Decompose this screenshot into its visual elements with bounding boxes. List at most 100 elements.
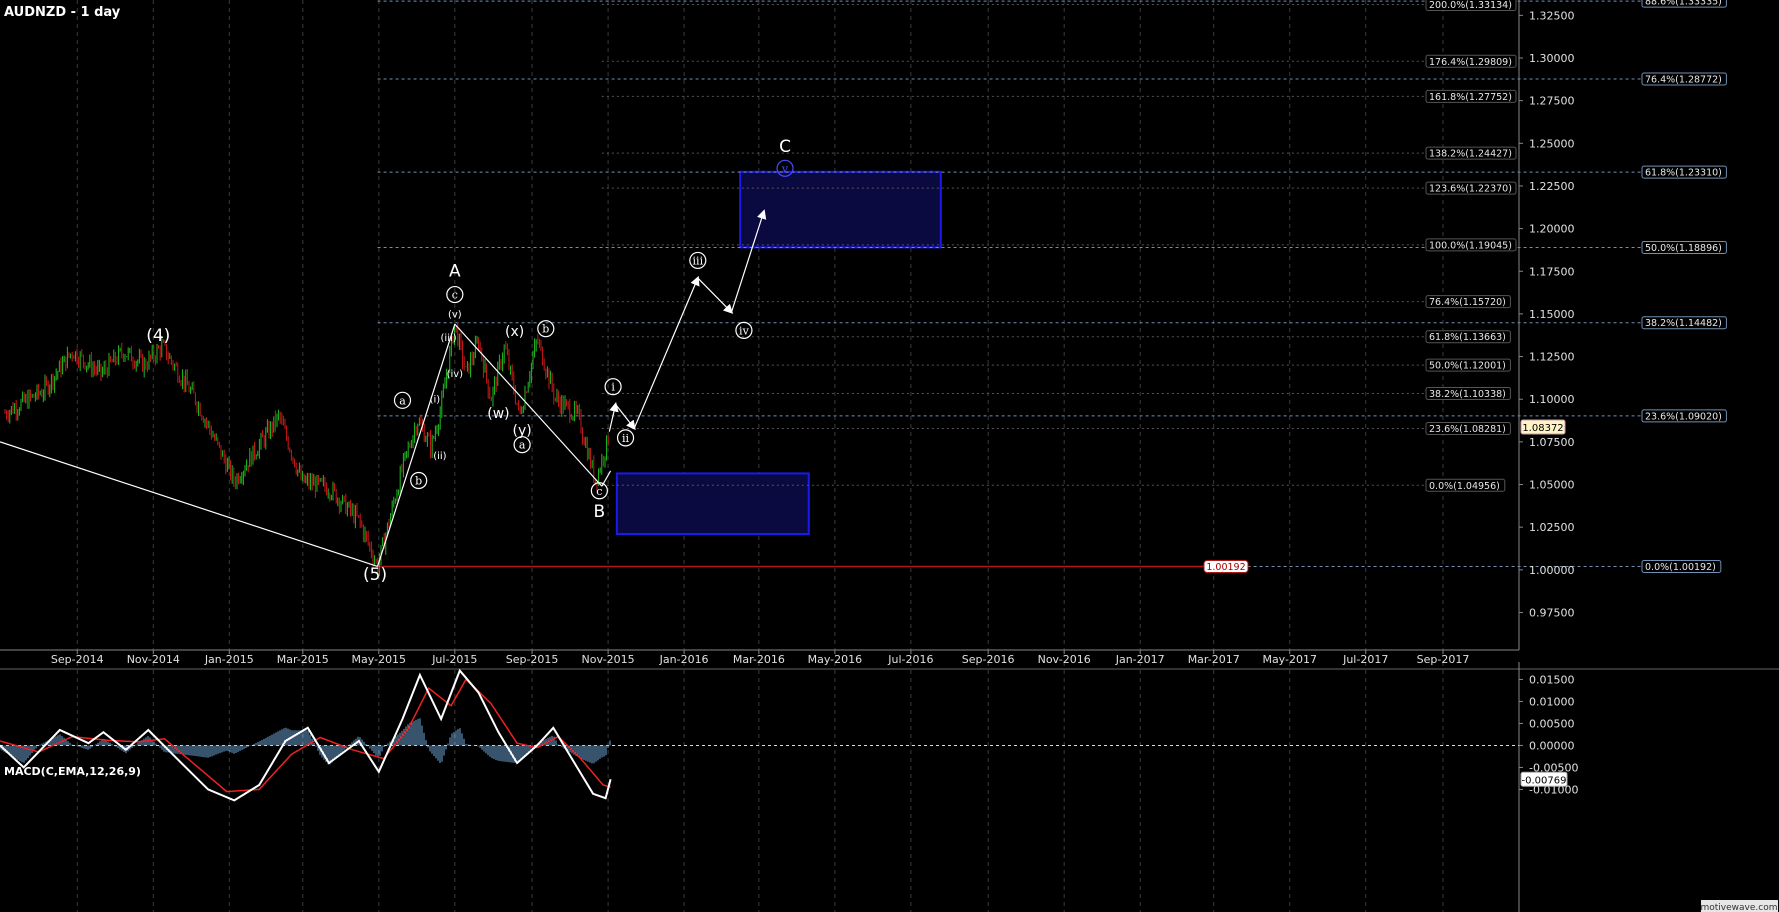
wave-label: (4) (146, 326, 170, 346)
fib-label: 88.6%(1.33335) (1645, 0, 1722, 8)
macd-panel: 0.015000.010000.005000.00000-0.00500-0.0… (0, 662, 1578, 912)
wave-label: (v) (448, 309, 462, 320)
x-tick-label: Nov-2014 (127, 653, 180, 666)
current-price-label: 1.08372 (1522, 423, 1563, 434)
x-tick-label: May-2016 (808, 653, 863, 666)
x-tick-label: Sep-2015 (506, 653, 559, 666)
wave-label: ii (622, 432, 630, 445)
fib-ext-label: 161.8%(1.27752) (1429, 92, 1512, 103)
wave-label: A (449, 261, 461, 281)
fib-ext-label: 100.0%(1.19045) (1429, 240, 1512, 251)
wave-label: C (779, 137, 791, 157)
chart-canvas: 88.6%(1.33335) 76.4%(1.28772) 61.8%(1.2331… (0, 0, 1779, 912)
fib-ext-label: 138.2%(1.24427) (1429, 149, 1512, 160)
wave-label: iii (693, 254, 704, 267)
wave-label: b (542, 323, 549, 336)
fib-label: 38.2%(1.14482) (1645, 318, 1722, 329)
chart-title: AUDNZD - 1 day (4, 5, 121, 20)
fib-label: 23.6%(1.09020) (1645, 411, 1722, 422)
wave-label: (iv) (447, 369, 464, 380)
wave-label: v (781, 162, 789, 175)
price-candles (4, 322, 609, 577)
x-tick-label: Sep-2017 (1417, 653, 1470, 666)
y-tick-label: 0.97500 (1529, 606, 1575, 619)
x-tick-label: May-2017 (1262, 653, 1317, 666)
wave-label: (ii) (433, 451, 446, 462)
watermark-text: motivewave.com (1701, 903, 1778, 912)
y-tick-label: 1.00000 (1529, 564, 1575, 577)
x-tick-label: Jul-2016 (887, 653, 933, 666)
y-tick-label: 1.15000 (1529, 308, 1575, 321)
fib-ext-label: 0.0%(1.04956) (1429, 481, 1500, 492)
fib-ext-label: 200.0%(1.33134) (1429, 0, 1512, 11)
wave-label: (i) (430, 395, 441, 406)
y-tick-label: 1.20000 (1529, 223, 1575, 236)
target-box (739, 170, 942, 249)
wave-label: (5) (363, 565, 387, 585)
wave-label: iv (739, 324, 750, 337)
macd-title: MACD(C,EMA,12,26,9) (4, 765, 141, 778)
wave-label: c (596, 485, 602, 498)
y-tick-label: 1.07500 (1529, 436, 1575, 449)
y-tick-label: 1.22500 (1529, 180, 1575, 193)
y-tick-label: 1.05000 (1529, 479, 1575, 492)
wave-label: a (519, 439, 526, 452)
wave-label: (x) (505, 324, 524, 340)
fib-ext-label: 61.8%(1.13663) (1429, 332, 1506, 343)
x-tick-label: Mar-2015 (277, 653, 329, 666)
projection-arrow (608, 401, 619, 432)
wave-label: (iii) (441, 333, 457, 344)
wave-label: b (415, 475, 422, 488)
y-tick-label: 1.30000 (1529, 52, 1575, 65)
x-tick-label: Jul-2015 (431, 653, 477, 666)
fib-ext-label: 123.6%(1.22370) (1429, 184, 1512, 195)
projection-arrow (633, 275, 700, 429)
x-tick-label: Sep-2014 (51, 653, 104, 666)
macd-line (0, 668, 612, 802)
macd-y-tick-label: 0.01000 (1529, 695, 1575, 708)
fib-label: 76.4%(1.28772) (1645, 74, 1722, 85)
y-tick-label: 1.10000 (1529, 393, 1575, 406)
target-box (615, 472, 810, 535)
wave-label: c (452, 289, 458, 302)
fib-ext-label: 76.4%(1.15720) (1429, 297, 1506, 308)
wave-label: a (399, 394, 406, 407)
projection-arrow (697, 277, 734, 314)
x-tick-label: Sep-2016 (962, 653, 1015, 666)
wave-line (376, 323, 456, 567)
wave-label: B (594, 502, 606, 522)
x-tick-label: Jan-2016 (659, 653, 709, 666)
x-tick-label: Mar-2017 (1188, 653, 1240, 666)
fib-label: 50.0%(1.18896) (1645, 243, 1722, 254)
y-tick-label: 1.02500 (1529, 521, 1575, 534)
x-tick-label: Jan-2017 (1115, 653, 1165, 666)
fibonacci-levels: 88.6%(1.33335) 76.4%(1.28772) 61.8%(1.2331… (377, 0, 1727, 574)
x-tick-label: Mar-2016 (733, 653, 785, 666)
y-tick-label: 1.27500 (1529, 95, 1575, 108)
wave-label: i (611, 381, 615, 394)
y-tick-label: 1.12500 (1529, 351, 1575, 364)
macd-y-tick-label: 0.00000 (1529, 739, 1575, 752)
y-tick-label: 1.25000 (1529, 137, 1575, 150)
watermark: motivewave.com (1701, 900, 1778, 912)
macd-y-tick-label: 0.00500 (1529, 717, 1575, 730)
wave-label: (w) (487, 406, 509, 422)
x-tick-label: May-2015 (352, 653, 407, 666)
macd-current-label: -0.00769 (1522, 775, 1567, 786)
target-boxes (615, 170, 942, 535)
fib-ext-label: 38.2%(1.10338) (1429, 389, 1506, 400)
x-tick-label: Nov-2015 (582, 653, 635, 666)
fib-label: 0.0%(1.00192) (1645, 562, 1716, 573)
y-tick-label: 1.17500 (1529, 265, 1575, 278)
panel-separator (0, 668, 1779, 670)
x-tick-label: Nov-2016 (1038, 653, 1091, 666)
macd-y-tick-label: 0.01500 (1529, 673, 1575, 686)
support-label: 1.00192 (1206, 562, 1245, 573)
wave-line (0, 441, 378, 567)
y-tick-label: 1.32500 (1529, 9, 1575, 22)
fib-label: 61.8%(1.23310) (1645, 168, 1722, 179)
fib-ext-label: 23.6%(1.08281) (1429, 424, 1506, 435)
grid (76, 0, 1444, 912)
x-tick-label: Jul-2017 (1342, 653, 1388, 666)
fib-ext-label: 176.4%(1.29809) (1429, 57, 1512, 68)
